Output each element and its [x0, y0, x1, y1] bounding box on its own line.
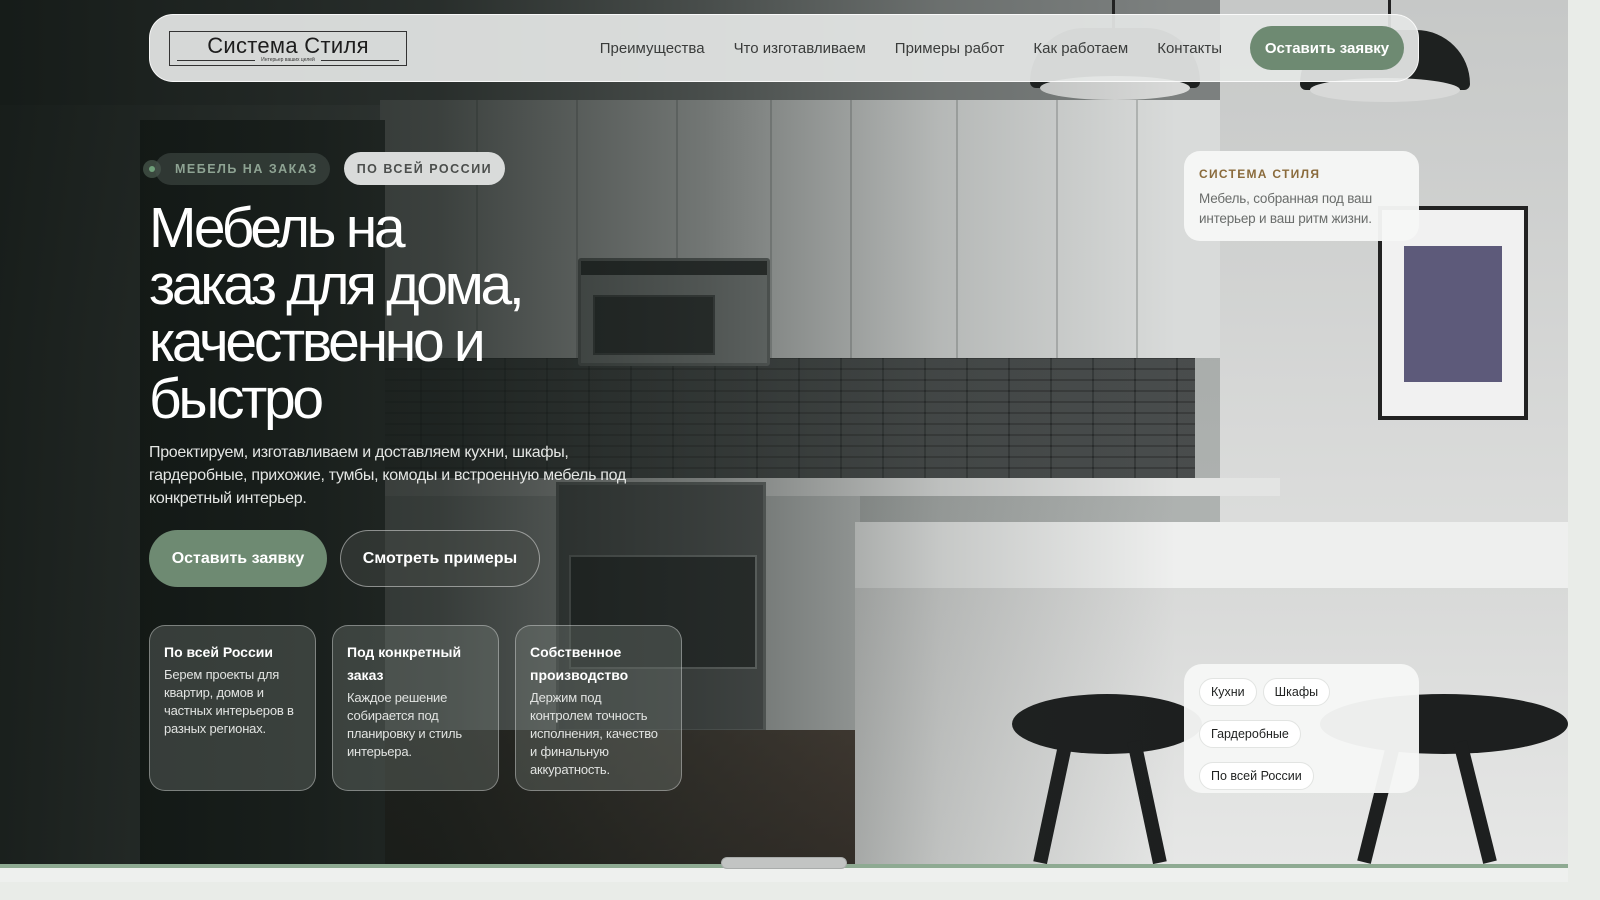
view-examples-button[interactable]: Смотреть примеры [340, 530, 540, 587]
site-header: Система Стиля Интерьер ваших целей Преим… [149, 14, 1419, 82]
logo[interactable]: Система Стиля Интерьер ваших целей [169, 30, 407, 66]
nav-process[interactable]: Как работаем [1033, 40, 1128, 57]
feature-card: Собственное производство Держим под конт… [515, 625, 682, 791]
info-card-brand: СИСТЕМА СТИЛЯ [1199, 167, 1321, 181]
categories-card: Кухни Шкафы Гардеробные По всей России [1184, 664, 1419, 793]
feature-text: Берем проекты для квартир, домов и частн… [164, 667, 294, 736]
logo-title: Система Стиля [207, 33, 369, 58]
scroll-handle[interactable] [721, 857, 847, 869]
hero-title-line: быстро [149, 367, 324, 431]
category-chip-dressing-rooms[interactable]: Гардеробные [1199, 720, 1301, 748]
feature-text: Каждое решение собирается под планировку… [347, 690, 462, 759]
feature-cards: По всей России Берем проекты для квартир… [149, 625, 682, 791]
feature-title: Под конкретный заказ [347, 644, 462, 683]
hero-description: Проектируем, изготавливаем и доставляем … [149, 444, 626, 507]
brand-info-card: СИСТЕМА СТИЛЯ Мебель, собранная под ваш … [1184, 151, 1419, 241]
feature-title: Собственное производство [530, 644, 629, 683]
request-button[interactable]: Оставить заявку [149, 530, 327, 587]
nav-products[interactable]: Что изготавливаем [734, 40, 866, 57]
logo-subtitle: Интерьер ваших целей [177, 57, 399, 63]
feature-card: По всей России Берем проекты для квартир… [149, 625, 316, 791]
feature-text: Держим под контролем точность исполнения… [530, 690, 658, 777]
category-chip-kitchens[interactable]: Кухни [1199, 678, 1257, 706]
main-nav: Преимущества Что изготавливаем Примеры р… [600, 40, 1222, 57]
feature-card: Под конкретный заказ Каждое решение соби… [332, 625, 499, 791]
feature-title: По всей России [164, 644, 273, 660]
hero-title-line: Мебель на [149, 196, 406, 260]
category-chip-all-russia[interactable]: По всей России [1199, 762, 1314, 790]
nav-benefits[interactable]: Преимущества [600, 40, 705, 57]
header-request-button[interactable]: Оставить заявку [1250, 26, 1404, 70]
category-chip-wardrobes[interactable]: Шкафы [1262, 678, 1331, 706]
info-card-text: Мебель, собранная под ваш интерьер и ваш… [1199, 191, 1372, 226]
next-section-edge [0, 868, 1568, 882]
hero-title: Мебель на заказ для дома, качественно и … [149, 200, 619, 428]
nav-portfolio[interactable]: Примеры работ [895, 40, 1005, 57]
nav-contacts[interactable]: Контакты [1157, 40, 1222, 57]
tag-custom-furniture: МЕБЕЛЬ НА ЗАКАЗ [155, 152, 330, 185]
hero-tags: МЕБЕЛЬ НА ЗАКАЗ ПО ВСЕЙ РОССИИ [143, 152, 506, 185]
tag-all-russia: ПО ВСЕЙ РОССИИ [343, 152, 506, 185]
hero-title-line: заказ для дома, [149, 253, 525, 317]
hero-title-line: качественно и [149, 310, 486, 374]
